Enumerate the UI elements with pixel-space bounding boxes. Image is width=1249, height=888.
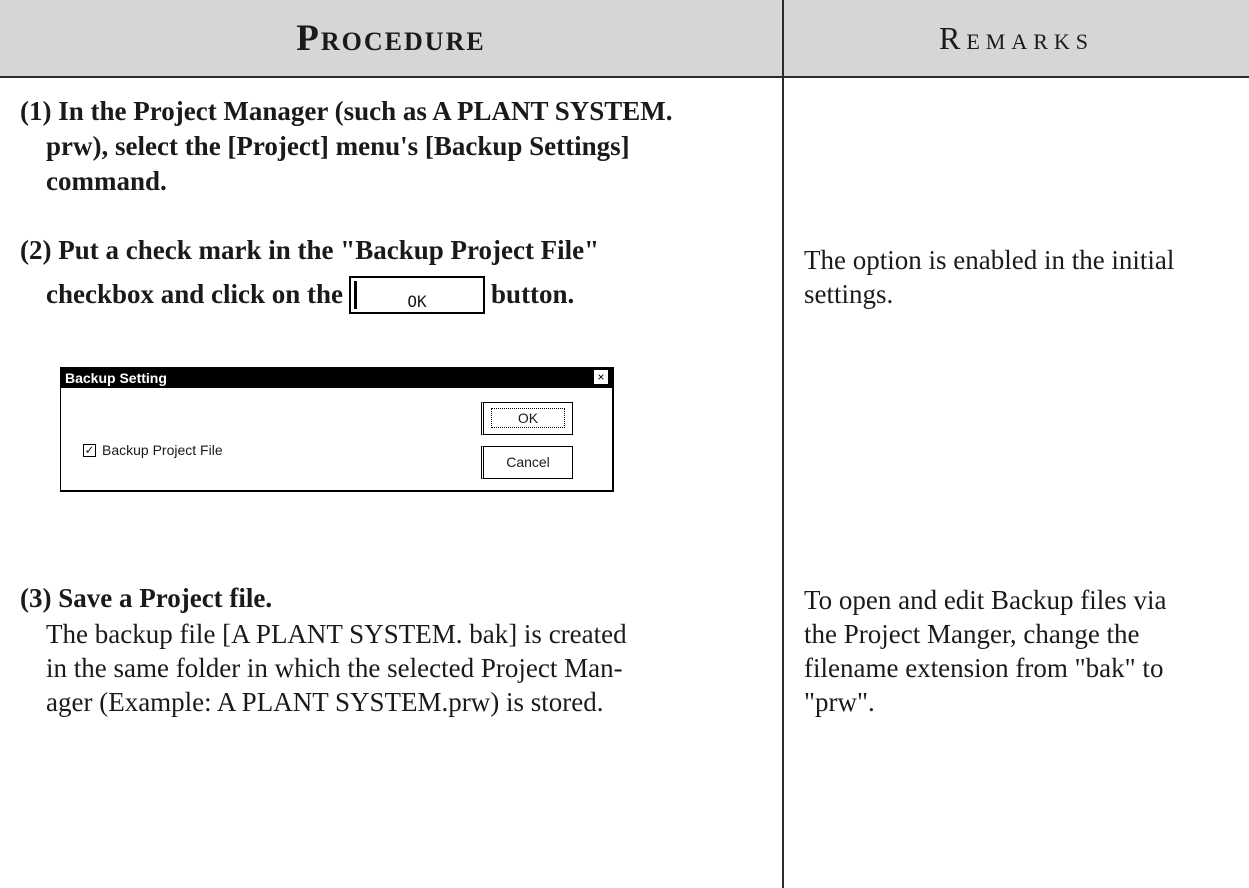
step-1-line-3: command. [46, 166, 167, 196]
remark-3-line-3: filename extension from "bak" to [804, 653, 1164, 683]
step-2-line-1: (2) Put a check mark in the "Backup Proj… [20, 235, 600, 265]
backup-setting-dialog: Backup Setting × ✓ Backup Project File O… [60, 367, 614, 492]
remark-step-3: To open and edit Backup files via the Pr… [804, 583, 1167, 719]
backup-project-file-checkbox[interactable]: ✓ Backup Project File [83, 442, 223, 458]
step-1-line-1: (1) In the Project Manager (such as A PL… [20, 96, 673, 126]
dialog-title: Backup Setting [65, 370, 167, 386]
checkbox-label: Backup Project File [102, 442, 223, 458]
remark-3-line-1: To open and edit Backup files via [804, 585, 1167, 615]
column-divider [782, 0, 784, 888]
checkbox-checked-icon[interactable]: ✓ [83, 443, 96, 457]
close-icon[interactable]: × [594, 370, 608, 384]
step-1-title: (1) In the Project Manager (such as A PL… [20, 94, 673, 199]
ok-button[interactable]: OK [481, 402, 573, 435]
inline-ok-button: OK [349, 276, 486, 314]
step-3-title: (3) Save a Project file. [20, 583, 273, 613]
procedure-heading: Procedure [296, 17, 486, 59]
remark-2-line-2: settings. [804, 279, 894, 309]
step-2-line-2-end: button. [491, 279, 575, 310]
remark-2-line-1: The option is enabled in the initial [804, 245, 1175, 275]
step-2-line-2-start: checkbox and click on the [46, 279, 344, 310]
remark-step-2: The option is enabled in the initial set… [804, 243, 1174, 311]
table-header: Procedure Remarks [0, 0, 1249, 78]
inline-ok-label: OK [407, 292, 427, 311]
step-3-body: The backup file [A PLANT SYSTEM. bak] is… [46, 617, 627, 719]
cancel-button[interactable]: Cancel [481, 446, 573, 479]
remark-3-line-4: "prw". [804, 687, 875, 717]
step-2-title: (2) Put a check mark in the "Backup Proj… [20, 233, 599, 318]
remarks-heading: Remarks [938, 19, 1095, 56]
step-1-line-2: prw), select the [Project] menu's [Backu… [46, 131, 630, 161]
step-3-body-line-3: ager (Example: A PLANT SYSTEM.prw) is st… [46, 687, 604, 717]
step-3-body-line-2: in the same folder in which the selected… [46, 653, 623, 683]
step-2-line-2: checkbox and click on the OK button. [20, 276, 599, 318]
dialog-title-bar: Backup Setting × [61, 368, 612, 388]
remark-3-line-2: the Project Manger, change the [804, 619, 1140, 649]
ok-button-label: OK [490, 408, 566, 428]
step-3-body-line-1: The backup file [A PLANT SYSTEM. bak] is… [46, 619, 627, 649]
